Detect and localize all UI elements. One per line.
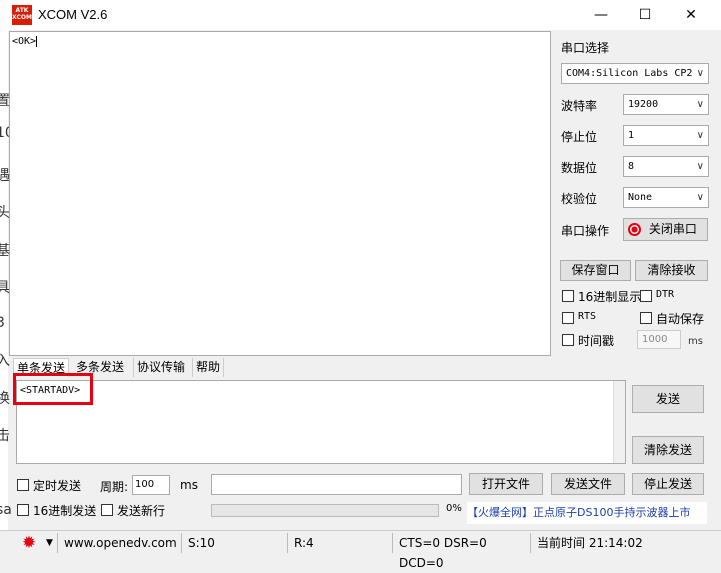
receive-text: <OK> — [12, 36, 37, 47]
send-file-button[interactable]: 发送文件 — [551, 473, 625, 495]
bg-char: sa — [0, 502, 12, 518]
ad-banner-link[interactable]: 【火爆全网】正点原子DS100手持示波器上市 — [467, 502, 707, 524]
timed-send-label: 定时发送 — [33, 479, 82, 493]
line-signals: CTS=0 DSR=0 DCD=0 — [392, 533, 529, 570]
close-button[interactable]: ✕ — [668, 0, 714, 30]
timestamp-ms-label: ms — [688, 336, 703, 347]
send-textarea[interactable]: <STARTADV> — [16, 380, 626, 464]
auto-save-checkbox[interactable] — [640, 312, 652, 324]
dtr-checkbox[interactable] — [640, 290, 652, 302]
timestamp-checkbox[interactable] — [562, 334, 574, 346]
port-op-label: 串口操作 — [561, 224, 610, 238]
received-count: R:4 — [287, 533, 391, 553]
stop-send-button[interactable]: 停止发送 — [632, 473, 704, 495]
send-button[interactable]: 发送 — [632, 385, 704, 413]
tab-protocol[interactable]: 协议传输 — [133, 358, 188, 377]
send-newline-label: 发送新行 — [117, 504, 166, 518]
period-label: 周期: — [100, 480, 129, 494]
timestamp-interval-input[interactable]: 1000 — [637, 330, 681, 349]
chevron-down-icon: ∨ — [696, 68, 704, 79]
chevron-down-icon: ∨ — [696, 99, 704, 110]
current-time: 当前时间 21:14:02 — [530, 533, 718, 553]
chevron-down-icon: ∨ — [696, 130, 704, 141]
website-link[interactable]: www.openedv.com — [57, 533, 180, 553]
gear-icon[interactable]: ✹ — [19, 533, 39, 553]
baud-select[interactable]: 19200 ∨ — [623, 94, 709, 115]
background-window-strip: 置 10 遇 头 基 具 3 入 换 击 sa — [0, 30, 14, 530]
stop-bits-select[interactable]: 1 ∨ — [623, 125, 709, 146]
send-scrollbar[interactable] — [613, 381, 625, 463]
parity-value: None — [628, 192, 653, 203]
hex-display-label: 16进制显示 — [578, 290, 642, 304]
save-window-button[interactable]: 保存窗口 — [560, 260, 631, 281]
send-newline-checkbox[interactable] — [101, 504, 113, 516]
minimize-button[interactable]: — — [578, 0, 624, 30]
port-status-icon — [628, 223, 641, 236]
rts-label: RTS — [578, 311, 597, 322]
period-input[interactable]: 100 — [132, 475, 170, 495]
port-select-label: 串口选择 — [561, 41, 610, 55]
receive-textarea[interactable]: <OK>​ — [9, 31, 551, 356]
hex-send-checkbox[interactable] — [17, 504, 29, 516]
baud-label: 波特率 — [561, 99, 598, 113]
baud-value: 19200 — [628, 99, 659, 110]
chevron-down-icon: ∨ — [696, 192, 704, 203]
hex-display-checkbox[interactable] — [562, 290, 574, 302]
port-select-value: COM4:Silicon Labs CP2 — [566, 68, 693, 79]
bg-char: 换 — [0, 391, 10, 407]
period-ms-label: ms — [180, 478, 198, 492]
xcom-logo-icon: ATK XCOM — [12, 5, 32, 25]
clear-send-button[interactable]: 清除发送 — [632, 436, 704, 464]
data-bits-select[interactable]: 8 ∨ — [623, 156, 709, 177]
tab-help[interactable]: 帮助 — [192, 358, 225, 377]
bg-char: 3 — [0, 315, 5, 331]
timed-send-checkbox[interactable] — [17, 479, 29, 491]
data-bits-label: 数据位 — [561, 161, 598, 175]
close-port-label: 关闭串口 — [648, 222, 697, 236]
stop-bits-label: 停止位 — [561, 130, 598, 144]
window-title: XCOM V2.6 — [38, 7, 108, 22]
sent-count: S:10 — [181, 533, 286, 553]
dtr-label: DTR — [656, 289, 675, 300]
timestamp-label: 时间戳 — [578, 334, 615, 348]
rts-checkbox[interactable] — [562, 312, 574, 324]
data-bits-value: 8 — [628, 161, 635, 172]
parity-select[interactable]: None ∨ — [623, 187, 709, 208]
send-progress-bar — [211, 504, 439, 517]
hex-send-label: 16进制发送 — [33, 504, 97, 518]
open-file-button[interactable]: 打开文件 — [469, 473, 543, 495]
highlight-box — [13, 373, 93, 405]
close-port-button[interactable]: 关闭串口 — [623, 218, 708, 241]
bg-char: 击 — [0, 428, 10, 444]
chevron-down-icon[interactable]: ▼ — [46, 533, 53, 553]
file-path-input[interactable] — [211, 474, 462, 495]
stop-bits-value: 1 — [628, 130, 635, 141]
auto-save-label: 自动保存 — [656, 312, 705, 326]
progress-percent: 0% — [446, 503, 462, 514]
port-select[interactable]: COM4:Silicon Labs CP2 ∨ — [561, 63, 709, 84]
maximize-button[interactable]: ☐ — [622, 0, 668, 30]
clear-receive-button[interactable]: 清除接收 — [635, 260, 708, 281]
chevron-down-icon: ∨ — [696, 161, 704, 172]
parity-label: 校验位 — [561, 192, 598, 206]
